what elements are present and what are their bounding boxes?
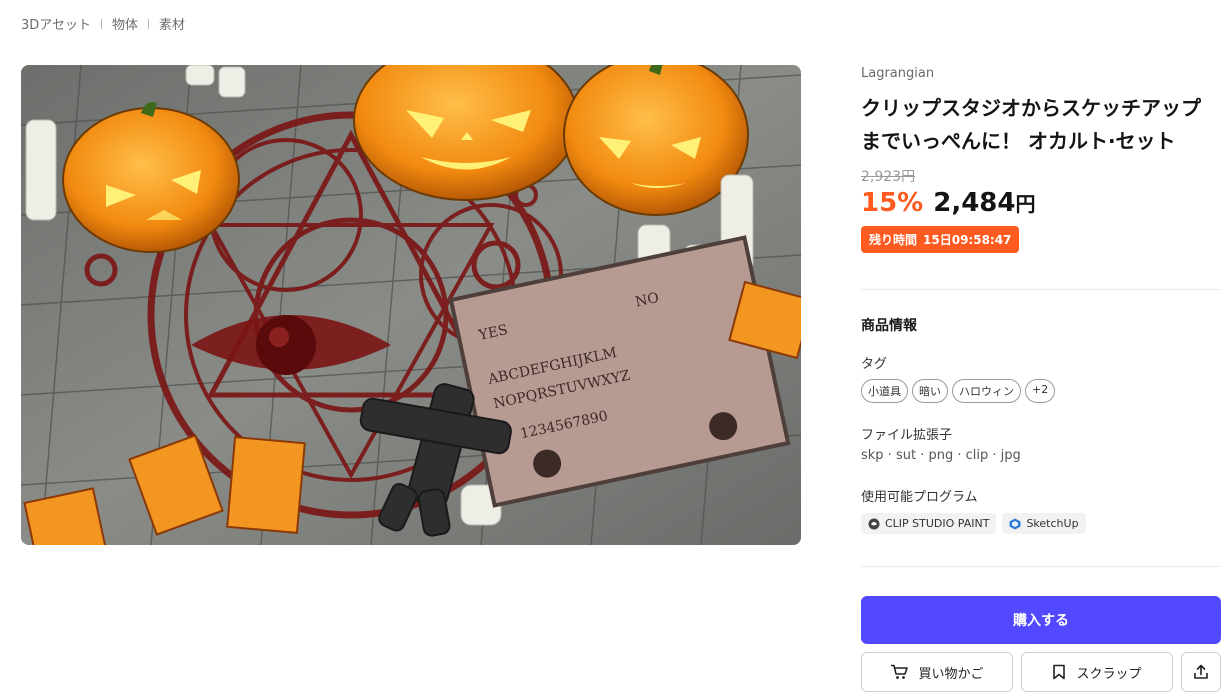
breadcrumb-item-materials[interactable]: 素材 <box>159 14 185 33</box>
product-title-line2: までいっぺんに！ オカルト·セット <box>861 129 1176 153</box>
tags-label: タグ <box>861 357 888 372</box>
clip-studio-icon <box>868 518 880 529</box>
bookmark-icon <box>1053 664 1066 680</box>
price-unit: 円 <box>1015 192 1036 216</box>
section-title-product-info: 商品情報 <box>861 318 917 334</box>
product-title: クリップスタジオからスケッチアップ までいっぺんに！ オカルト·セット <box>861 92 1221 158</box>
file-extension-label: ファイル拡張子 <box>861 428 953 443</box>
product-info: Lagrangian クリップスタジオからスケッチアップ までいっぺんに！ オカ… <box>861 66 1221 253</box>
tag-chip[interactable]: ハロウィン <box>952 379 1021 403</box>
more-tags-chip[interactable]: +2 <box>1025 379 1056 403</box>
share-button[interactable] <box>1181 652 1221 692</box>
cart-label: 買い物かご <box>918 666 984 682</box>
buy-button[interactable]: 購入する <box>861 596 1221 644</box>
program-name: CLIP STUDIO PAINT <box>885 517 990 530</box>
price-row: 15% 2,484 円 <box>861 188 1221 218</box>
breadcrumb: 3Dアセット 物体 素材 <box>21 14 185 33</box>
scrap-button[interactable]: スクラップ <box>1021 652 1173 692</box>
discount-percent: 15% <box>861 188 924 218</box>
sale-price: 2,484 <box>933 188 1016 218</box>
seller-name[interactable]: Lagrangian <box>861 66 1221 81</box>
program-name: SketchUp <box>1026 517 1079 530</box>
breadcrumb-separator <box>148 18 150 29</box>
timer-value: 15日09:58:47 <box>923 233 1012 247</box>
divider <box>861 566 1221 567</box>
cart-icon <box>891 664 909 679</box>
sketchup-icon <box>1009 518 1021 529</box>
add-to-cart-button[interactable]: 買い物かご <box>861 652 1013 692</box>
original-price: 2,923円 <box>861 169 916 185</box>
tag-chip[interactable]: 小道具 <box>861 379 908 403</box>
file-extensions: skp · sut · png · clip · jpg <box>861 448 1021 463</box>
product-title-line1: クリップスタジオからスケッチアップ <box>861 96 1201 120</box>
program-chip-clip-studio: CLIP STUDIO PAINT <box>861 513 997 534</box>
program-chip-sketchup: SketchUp <box>1002 513 1086 534</box>
product-image[interactable]: YES NO ABCDEFGHIJKLM NOPQRSTUVWXYZ 12345… <box>21 65 801 545</box>
breadcrumb-item-3d-assets[interactable]: 3Dアセット <box>21 14 91 33</box>
scrap-label: スクラップ <box>1076 666 1142 682</box>
program-list: CLIP STUDIO PAINT SketchUp <box>861 513 1086 534</box>
sale-timer-badge: 残り時間 15日09:58:47 <box>861 226 1020 253</box>
occult-scene-illustration: YES NO ABCDEFGHIJKLM NOPQRSTUVWXYZ 12345… <box>21 65 801 545</box>
share-icon <box>1194 664 1208 679</box>
programs-label: 使用可能プログラム <box>861 490 978 505</box>
breadcrumb-separator <box>101 18 103 29</box>
tag-chip[interactable]: 暗い <box>912 379 948 403</box>
breadcrumb-item-objects[interactable]: 物体 <box>112 14 138 33</box>
tag-list: 小道具 暗い ハロウィン +2 <box>861 379 1056 403</box>
divider <box>861 289 1221 290</box>
timer-label: 残り時間 <box>869 233 918 247</box>
